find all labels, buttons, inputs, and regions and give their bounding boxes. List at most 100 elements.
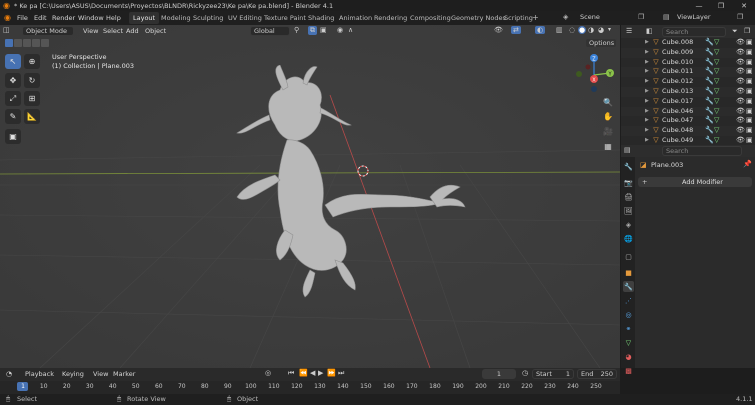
- mesh-data-icon[interactable]: ▽: [714, 48, 719, 58]
- filter-icon[interactable]: ⏷: [732, 27, 738, 36]
- modifier-icon[interactable]: 🔧: [705, 77, 714, 87]
- visibility-icon[interactable]: 👁: [494, 26, 503, 34]
- camera-icon[interactable]: ▣: [746, 97, 753, 107]
- outliner-item-name[interactable]: Cube.047: [662, 116, 693, 126]
- mesh-data-icon[interactable]: ▽: [714, 87, 719, 97]
- mesh-data-icon[interactable]: ▽: [714, 97, 719, 107]
- tab-sculpting[interactable]: Sculpting: [189, 12, 227, 24]
- auto-keying-icon[interactable]: ◎: [265, 369, 271, 377]
- modifier-tab-icon[interactable]: 🔧: [623, 281, 634, 292]
- world-tab-icon[interactable]: 🌐: [623, 233, 634, 244]
- outliner-item-name[interactable]: Cube.013: [662, 87, 693, 97]
- viewport-menu-add[interactable]: Add: [123, 26, 142, 36]
- expand-icon[interactable]: ▶: [645, 87, 649, 97]
- select-extend-mode-icon[interactable]: [14, 39, 22, 47]
- eye-icon[interactable]: 👁: [736, 77, 745, 87]
- zoom-icon[interactable]: 🔍: [601, 95, 615, 109]
- output-tab-icon[interactable]: 🖨: [623, 191, 634, 202]
- snap-icon[interactable]: ⧉: [308, 26, 317, 35]
- outliner-row[interactable]: ▶ ▽ Cube.013 🔧 ▽ 👁 ▣: [621, 87, 755, 97]
- wireframe-shading-icon[interactable]: ◌: [569, 26, 575, 34]
- expand-icon[interactable]: ▶: [645, 67, 649, 77]
- close-icon[interactable]: ✕: [733, 0, 755, 11]
- camera-icon[interactable]: ▣: [746, 116, 753, 126]
- mesh-data-icon[interactable]: ▽: [714, 67, 719, 77]
- scene-tab-icon[interactable]: ◈: [623, 219, 634, 230]
- add-cube-tool-icon[interactable]: ▣: [5, 129, 21, 144]
- outliner-item-name[interactable]: Cube.048: [662, 126, 693, 136]
- modifier-icon[interactable]: 🔧: [705, 67, 714, 77]
- properties-editor-icon[interactable]: ▤: [624, 146, 631, 154]
- tab-texture-paint[interactable]: Texture Paint: [260, 12, 310, 24]
- annotate-tool-icon[interactable]: ✎: [5, 109, 21, 124]
- material-tab-icon[interactable]: ◕: [623, 351, 634, 362]
- timeline-menu-view[interactable]: View: [90, 369, 111, 379]
- viewlayer-new-icon[interactable]: ❐: [737, 13, 743, 21]
- scale-tool-icon[interactable]: ⤢: [5, 91, 21, 106]
- snap-target-icon[interactable]: ▣: [320, 26, 327, 34]
- outliner-item-name[interactable]: Cube.046: [662, 107, 693, 117]
- timeline-menu-marker[interactable]: Marker: [110, 369, 138, 379]
- camera-icon[interactable]: ▣: [746, 38, 753, 48]
- rotate-tool-icon[interactable]: ↻: [24, 73, 40, 88]
- blender-menu-icon[interactable]: ◉: [4, 13, 11, 22]
- outliner-item-name[interactable]: Cube.008: [662, 38, 693, 48]
- viewport-menu-view[interactable]: View: [80, 26, 101, 36]
- modifier-icon[interactable]: 🔧: [705, 58, 714, 68]
- expand-icon[interactable]: ▶: [645, 97, 649, 107]
- move-tool-icon[interactable]: ✥: [5, 73, 21, 88]
- render-tab-icon[interactable]: 📷: [623, 177, 634, 188]
- modifier-icon[interactable]: 🔧: [705, 116, 714, 126]
- view-layer-tab-icon[interactable]: 🖼: [623, 205, 634, 216]
- outliner-row[interactable]: ▶ ▽ Cube.009 🔧 ▽ 👁 ▣: [621, 47, 755, 58]
- camera-icon[interactable]: ▣: [746, 48, 753, 58]
- maximize-icon[interactable]: ❐: [710, 0, 732, 11]
- camera-icon[interactable]: ▣: [746, 58, 753, 68]
- timeline-menu-playback[interactable]: Playback: [22, 369, 57, 379]
- timeline-ruler[interactable]: 1 10 20 30 40 50 60 70 80 90 100 110 120 130 140 150 160…: [0, 381, 620, 394]
- physics-tab-icon[interactable]: ◎: [623, 309, 634, 320]
- outliner-item-name[interactable]: Cube.011: [662, 67, 693, 77]
- viewlayer-field[interactable]: ViewLayer: [674, 13, 734, 23]
- camera-view-icon[interactable]: 🎥: [601, 124, 615, 138]
- modifier-icon[interactable]: 🔧: [705, 126, 714, 136]
- eye-icon[interactable]: 👁: [736, 38, 745, 48]
- expand-icon[interactable]: ▶: [645, 38, 649, 48]
- pin-icon[interactable]: 📌: [743, 160, 752, 168]
- expand-icon[interactable]: ▶: [645, 77, 649, 87]
- end-frame-field[interactable]: End 250: [577, 369, 617, 379]
- eye-icon[interactable]: 👁: [736, 67, 745, 77]
- shading-options-icon[interactable]: ▾: [608, 26, 611, 33]
- select-box-mode-icon[interactable]: [5, 39, 13, 47]
- select-subtract-mode-icon[interactable]: [23, 39, 31, 47]
- menu-window[interactable]: Window: [75, 13, 107, 23]
- navigation-gizmo[interactable]: Z Y X: [572, 53, 617, 93]
- menu-help[interactable]: Help: [103, 13, 124, 23]
- mesh-data-icon[interactable]: ▽: [714, 58, 719, 68]
- eye-icon[interactable]: 👁: [736, 116, 745, 126]
- select-invert-mode-icon[interactable]: [32, 39, 40, 47]
- dragon-model[interactable]: [225, 65, 470, 310]
- expand-icon[interactable]: ▶: [645, 116, 649, 126]
- expand-icon[interactable]: ▶: [645, 48, 649, 58]
- cursor-tool-icon[interactable]: ⊕: [24, 54, 40, 69]
- menu-file[interactable]: File: [14, 13, 31, 23]
- add-modifier-button[interactable]: + Add Modifier: [638, 177, 752, 187]
- xray-icon[interactable]: ▥: [556, 26, 563, 34]
- outliner-row[interactable]: ▶ ▽ Cube.046 🔧 ▽ 👁 ▣: [621, 106, 755, 117]
- eye-icon[interactable]: 👁: [736, 87, 745, 97]
- mesh-data-icon[interactable]: ▽: [714, 107, 719, 117]
- expand-icon[interactable]: ▶: [645, 126, 649, 136]
- outliner-row[interactable]: ▶ ▽ Cube.011 🔧 ▽ 👁 ▣: [621, 67, 755, 78]
- expand-icon[interactable]: ▶: [645, 107, 649, 117]
- outliner-item-name[interactable]: Cube.017: [662, 97, 693, 107]
- solid-shading-icon[interactable]: ●: [578, 26, 587, 34]
- new-collection-icon[interactable]: ❐: [744, 27, 750, 35]
- mesh-data-icon[interactable]: ▽: [714, 126, 719, 136]
- viewport-menu-object[interactable]: Object: [142, 26, 169, 36]
- tab-layout[interactable]: Layout: [129, 12, 160, 24]
- overlays-icon[interactable]: ◐: [535, 26, 546, 34]
- expand-icon[interactable]: ▶: [645, 58, 649, 68]
- modifier-icon[interactable]: 🔧: [705, 87, 714, 97]
- eye-icon[interactable]: 👁: [736, 48, 745, 58]
